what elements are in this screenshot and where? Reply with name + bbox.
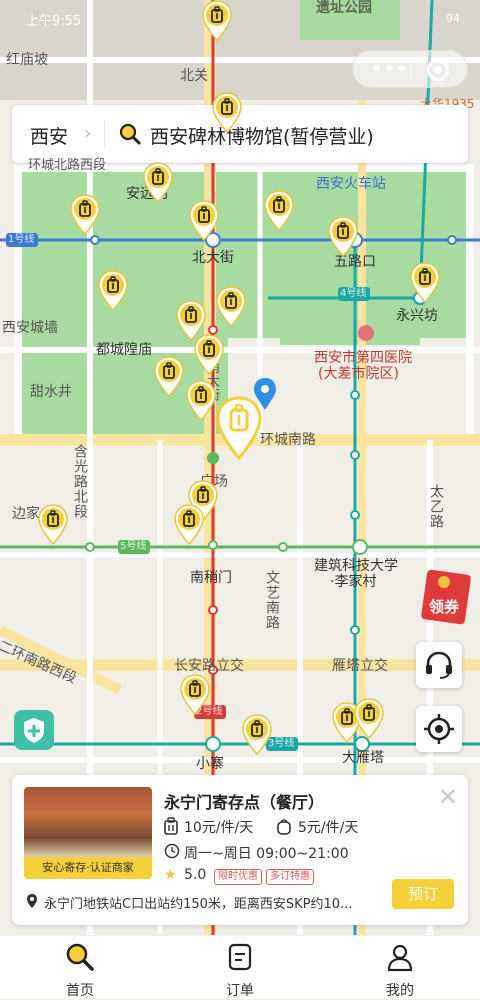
shield-plus-icon bbox=[24, 718, 44, 743]
map-label-top-park: 遗址公园 bbox=[316, 0, 372, 16]
map-label-hongmiaopo: 红庙坡 bbox=[6, 52, 48, 68]
tab-home-label: 首页 bbox=[66, 983, 94, 999]
map-label-huancheng-beilu: 环城北路西段 bbox=[28, 158, 107, 173]
map-label-hanguang-beiduan: 含光路北段 bbox=[72, 444, 88, 519]
selected-locker-pin[interactable] bbox=[216, 396, 262, 462]
map-label-yanta-lijiao: 雁塔立交 bbox=[332, 658, 388, 674]
tab-orders[interactable]: 订单 bbox=[200, 942, 280, 1000]
price-large-luggage: 10元/件/天 bbox=[184, 820, 254, 836]
profile-icon bbox=[387, 944, 413, 972]
metro-badge-line4: 4号线 bbox=[340, 288, 367, 299]
map-label-beidajie: 北大街 bbox=[192, 250, 234, 266]
map-label-tianshuijing: 甜水井 bbox=[30, 384, 72, 400]
headset-icon bbox=[426, 651, 452, 679]
locker-pin[interactable] bbox=[216, 286, 246, 328]
safety-shield-button[interactable] bbox=[14, 710, 54, 750]
locker-pin[interactable] bbox=[264, 190, 294, 232]
locker-pin[interactable] bbox=[180, 674, 210, 716]
map-label-xiaozhai: 小寨 bbox=[196, 756, 224, 772]
miniapp-capsule[interactable]: ••• bbox=[352, 50, 468, 88]
map-label-xian-station: 西安火车站 bbox=[316, 176, 386, 192]
locker-pin[interactable] bbox=[174, 504, 204, 546]
locker-pin[interactable] bbox=[328, 216, 358, 258]
locker-detail-card[interactable]: 安心寄存·认证商家 永宁门寄存点（餐厅） ✕ 10元/件/天 5元/件/天 周一… bbox=[12, 775, 468, 925]
locker-pin[interactable] bbox=[202, 0, 232, 42]
map-label-huancheng-nanlu: 环城南路 bbox=[260, 432, 316, 448]
search-icon bbox=[66, 943, 94, 971]
capsule-divider bbox=[410, 61, 411, 79]
price-small-luggage: 5元/件/天 bbox=[298, 820, 359, 836]
rating-score: 5.0 bbox=[184, 867, 207, 883]
locker-pin[interactable] bbox=[212, 92, 242, 134]
search-input[interactable]: 西安碑林博物馆(暂停营业) bbox=[150, 122, 374, 149]
locker-pin[interactable] bbox=[38, 504, 68, 546]
tab-profile-label: 我的 bbox=[386, 983, 414, 999]
close-miniapp-icon[interactable] bbox=[427, 59, 449, 81]
tab-home[interactable]: 首页 bbox=[40, 942, 120, 1000]
metro-badge-line1: 1号线 bbox=[8, 234, 35, 245]
locate-me-button[interactable] bbox=[416, 706, 462, 752]
map-label-hospital: 西安市第四医院 bbox=[314, 350, 412, 366]
map-label-hospital-sub: (大差市院区) bbox=[318, 366, 399, 382]
map-label-yongxingfang: 永兴坊 bbox=[396, 308, 438, 324]
locker-pin[interactable] bbox=[98, 270, 128, 312]
order-icon bbox=[228, 943, 252, 971]
locker-pin[interactable] bbox=[189, 200, 219, 242]
map-label-city-wall: 西安城墙 bbox=[2, 320, 58, 336]
coupon-button[interactable]: 领券 bbox=[420, 568, 472, 626]
locker-photo: 安心寄存·认证商家 bbox=[24, 787, 152, 879]
map-label-duchenghuang: 都城隍庙 bbox=[96, 342, 152, 358]
search-divider bbox=[104, 121, 105, 147]
tag-limited-offer: 限时优惠 bbox=[214, 869, 262, 885]
map-label-nanshaomen: 南稍门 bbox=[190, 570, 232, 586]
locker-pin[interactable] bbox=[194, 334, 224, 376]
locker-pin[interactable] bbox=[70, 194, 100, 236]
customer-service-button[interactable] bbox=[416, 642, 462, 688]
locker-pin[interactable] bbox=[242, 714, 272, 756]
star-icon: ★ bbox=[164, 867, 177, 883]
status-time: 上午9:55 bbox=[26, 14, 82, 29]
map-label-bianjia: 边家 bbox=[12, 506, 40, 522]
locker-address: 永宁门地铁站C口出站约150米，距离西安SKP约10... bbox=[44, 897, 353, 912]
tab-orders-label: 订单 bbox=[226, 983, 254, 999]
map-label-jianzhu: 建筑科技大学 bbox=[314, 558, 398, 574]
map-view[interactable]: 上午9:55 94 ••• 遗址公园 红庙坡 北关 大华1935 西安 › 西安… bbox=[0, 0, 480, 935]
locker-pin[interactable] bbox=[354, 698, 384, 740]
certified-badge: 安心寄存·认证商家 bbox=[24, 857, 152, 879]
map-label-lijiacun: ·李家村 bbox=[330, 574, 377, 590]
crosshair-icon bbox=[424, 714, 454, 744]
opening-hours: 周一~周日 09:00~21:00 bbox=[184, 846, 349, 862]
locker-pin[interactable] bbox=[154, 356, 184, 398]
close-icon[interactable]: ✕ bbox=[438, 783, 458, 811]
city-selector[interactable]: 西安 bbox=[30, 122, 68, 149]
metro-badge-line5: 5号线 bbox=[120, 541, 147, 552]
map-label-taiyi: 太乙路 bbox=[428, 484, 444, 529]
locker-pin[interactable] bbox=[410, 262, 440, 304]
map-label-dayanta: 大雁塔 bbox=[342, 750, 384, 766]
more-icon[interactable]: ••• bbox=[371, 59, 409, 80]
bottom-tab-bar: 首页 订单 我的 bbox=[0, 935, 480, 999]
map-label-beiguan: 北关 bbox=[180, 68, 208, 84]
chevron-right-icon[interactable]: › bbox=[84, 123, 91, 144]
tag-multi-order: 多订特惠 bbox=[266, 869, 314, 885]
book-button[interactable]: 预订 bbox=[392, 879, 454, 909]
locker-title: 永宁门寄存点（餐厅） bbox=[164, 793, 325, 812]
map-label-wenyi: 文艺南路 bbox=[264, 570, 280, 630]
tab-profile[interactable]: 我的 bbox=[360, 942, 440, 1000]
locker-pin[interactable] bbox=[186, 380, 216, 422]
map-label-changan-lijiao: 长安路立交 bbox=[174, 658, 244, 674]
locker-pin[interactable] bbox=[143, 162, 173, 204]
status-battery: 94 bbox=[446, 12, 460, 25]
coupon-label: 领券 bbox=[429, 598, 460, 616]
